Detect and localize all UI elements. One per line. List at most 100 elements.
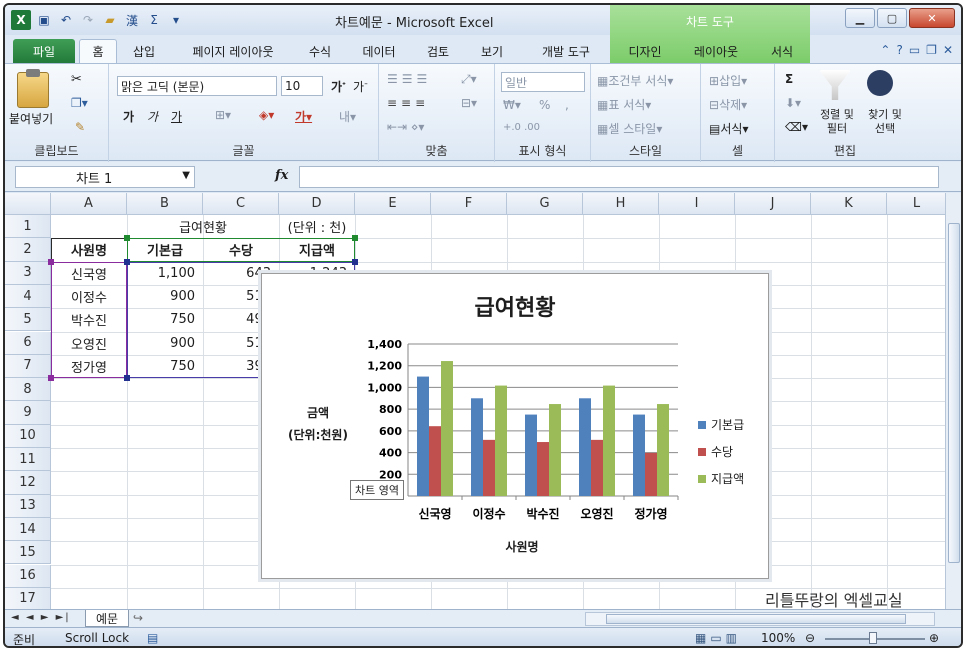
tab-insert[interactable]: 삽입: [123, 39, 165, 63]
row-header-14[interactable]: 14: [5, 517, 51, 542]
column-header-a[interactable]: A: [51, 193, 127, 215]
open-folder-icon[interactable]: ▰: [101, 11, 119, 29]
row-header-13[interactable]: 13: [5, 494, 51, 518]
insert-cells-button[interactable]: ⊞ 삽입 ▾: [709, 72, 747, 89]
row-header-16[interactable]: 16: [5, 564, 51, 588]
format-cells-button[interactable]: ▤ 서식 ▾: [709, 120, 748, 137]
paste-button[interactable]: 붙여넣기: [9, 110, 53, 127]
names-range-handle-tl[interactable]: [124, 235, 130, 241]
tab-developer[interactable]: 개발 도구: [525, 39, 607, 63]
row-header-7[interactable]: 7: [5, 354, 51, 379]
row-header-4[interactable]: 4: [5, 284, 51, 309]
formula-input[interactable]: [299, 166, 939, 188]
redo-icon[interactable]: ↷: [79, 11, 97, 29]
border-icon[interactable]: ⊞▾: [215, 108, 231, 122]
row-header-8[interactable]: 8: [5, 378, 51, 402]
tab-format[interactable]: 서식: [757, 39, 807, 63]
fill-icon[interactable]: ⬇▾: [785, 96, 801, 110]
format-painter-icon[interactable]: ✎: [75, 120, 85, 134]
values-range-handle-tr[interactable]: [352, 259, 358, 265]
insert-sheet-icon[interactable]: ↪: [133, 611, 143, 625]
tab-layout[interactable]: 레이아웃: [681, 39, 751, 63]
doc-close-icon[interactable]: ✕: [943, 43, 953, 57]
column-header-d[interactable]: D: [279, 193, 355, 215]
bar-total-pay[interactable]: [603, 385, 615, 496]
column-header-l[interactable]: L: [887, 193, 945, 215]
bar-total-pay[interactable]: [549, 404, 561, 496]
zoom-slider-thumb[interactable]: [869, 632, 877, 644]
find-icon[interactable]: [867, 70, 893, 96]
bold-button[interactable]: 가: [123, 108, 134, 125]
cond-format-button[interactable]: ▦ 조건부 서식 ▾: [597, 72, 673, 89]
decimal-icons[interactable]: +.0 .00: [503, 122, 540, 133]
phonetic-icon[interactable]: 내▾: [339, 108, 356, 125]
doc-minimize-icon[interactable]: ▭: [909, 43, 920, 57]
zoom-level[interactable]: 100%: [761, 631, 795, 645]
tab-review[interactable]: 검토: [415, 39, 461, 63]
row-header-9[interactable]: 9: [5, 401, 51, 425]
values-range-handle-tl[interactable]: [124, 259, 130, 265]
column-header-k[interactable]: K: [811, 193, 887, 215]
save-icon[interactable]: ▣: [35, 11, 53, 29]
bar-allowance[interactable]: [645, 452, 657, 496]
vertical-scrollbar[interactable]: [945, 193, 961, 609]
row-header-11[interactable]: 11: [5, 448, 51, 472]
copy-icon[interactable]: ❐▾: [71, 96, 88, 110]
cut-icon[interactable]: ✂: [71, 72, 82, 87]
legend-item[interactable]: 지급액: [698, 470, 744, 487]
font-color-icon[interactable]: 가▾: [295, 108, 312, 125]
category-range-handle-tl[interactable]: [48, 259, 54, 265]
column-header-f[interactable]: F: [431, 193, 507, 215]
column-header-i[interactable]: I: [659, 193, 735, 215]
percent-button[interactable]: %: [539, 98, 550, 112]
insert-function-icon[interactable]: fx: [275, 168, 288, 183]
zoom-out-icon[interactable]: ⊖: [805, 631, 815, 645]
bar-base-pay[interactable]: [633, 414, 645, 496]
horizontal-scrollbar[interactable]: [585, 612, 935, 626]
select-all-corner[interactable]: [5, 193, 51, 215]
sort-filter-button[interactable]: 정렬 및 필터: [815, 108, 859, 136]
align-top-icons[interactable]: ☰☰☰: [387, 72, 431, 86]
align-center-icons[interactable]: ≡≡≡: [387, 96, 429, 110]
sheet-nav-buttons[interactable]: ◄ ◄ ► ►|: [11, 612, 71, 623]
name-box[interactable]: 차트 1 ▼: [15, 166, 195, 188]
category-range-handle-bl[interactable]: [48, 375, 54, 381]
shrink-font-icon[interactable]: 가ᐨ: [353, 78, 368, 95]
bar-total-pay[interactable]: [495, 385, 507, 496]
sheet-tab-example[interactable]: 예문: [85, 610, 129, 627]
number-format-dropdown[interactable]: 일반: [501, 72, 585, 92]
cell-style-button[interactable]: ▦ 셀 스타일 ▾: [597, 120, 662, 137]
table-format-button[interactable]: ▦ 표 서식 ▾: [597, 96, 651, 113]
undo-icon[interactable]: ↶: [57, 11, 75, 29]
macro-record-icon[interactable]: ▤: [147, 631, 158, 645]
maximize-button[interactable]: ▢: [877, 8, 907, 28]
help-icon[interactable]: ?: [896, 43, 902, 57]
hanja-icon[interactable]: 漢: [123, 11, 141, 29]
bar-total-pay[interactable]: [657, 404, 669, 496]
column-header-c[interactable]: C: [203, 193, 279, 215]
wrap-text-icon[interactable]: ⊟▾: [461, 96, 477, 110]
bar-base-pay[interactable]: [417, 376, 429, 496]
row-header-6[interactable]: 6: [5, 331, 51, 355]
horizontal-scroll-thumb[interactable]: [606, 614, 906, 624]
find-select-button[interactable]: 찾기 및 선택: [863, 108, 907, 136]
column-header-j[interactable]: J: [735, 193, 811, 215]
column-header-b[interactable]: B: [127, 193, 203, 215]
x-axis-title[interactable]: 사원명: [482, 538, 562, 555]
bar-base-pay[interactable]: [525, 414, 537, 496]
vertical-scroll-thumb[interactable]: [948, 223, 960, 563]
legend-item[interactable]: 기본급: [698, 416, 744, 433]
sort-filter-icon[interactable]: [819, 70, 851, 100]
column-header-h[interactable]: H: [583, 193, 659, 215]
row-header-10[interactable]: 10: [5, 424, 51, 448]
font-size-dropdown[interactable]: 10: [281, 76, 323, 96]
customize-qat-icon[interactable]: ▾: [167, 11, 185, 29]
autosum-icon[interactable]: Σ: [145, 11, 163, 29]
close-button[interactable]: ✕: [909, 8, 955, 28]
zoom-in-icon[interactable]: ⊕: [929, 631, 939, 645]
sheet-title-cell[interactable]: 급여현황: [127, 215, 279, 238]
column-header-g[interactable]: G: [507, 193, 583, 215]
text-direction-icon[interactable]: ⤢▾: [461, 72, 477, 87]
minimize-button[interactable]: ▁: [845, 8, 875, 28]
minimize-ribbon-icon[interactable]: ⌃: [880, 43, 890, 57]
